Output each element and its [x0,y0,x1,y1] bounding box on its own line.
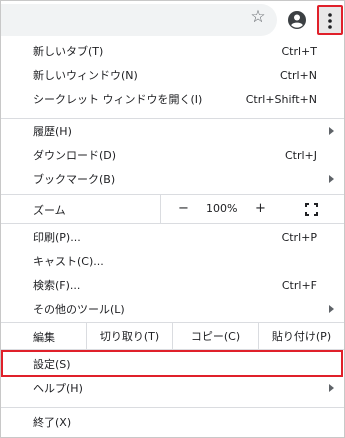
menu-item-more-tools[interactable]: その他のツール(L) [1,297,344,321]
menu-item-exit[interactable]: 終了(X) [1,410,344,434]
three-dot-menu-icon [328,13,332,29]
menu-item-help[interactable]: ヘルプ(H) [1,376,344,400]
menu-item-cast[interactable]: キャスト(C)... [1,249,344,273]
zoom-row: ズーム − 100% + [1,195,344,223]
menu-item-incognito[interactable]: シークレット ウィンドウを開く(I) Ctrl+Shift+N [1,87,344,111]
cut-button[interactable]: 切り取り(T) [86,323,172,349]
menu-item-label: 新しいタブ(T) [33,45,104,58]
three-dot-menu-button[interactable] [317,5,343,35]
menu-item-label: その他のツール(L) [33,303,125,316]
submenu-arrow-icon [329,127,334,135]
menu-item-shortcut: Ctrl+Shift+N [245,92,317,106]
account-avatar-icon[interactable] [287,10,307,30]
edit-row: 編集 切り取り(T) コピー(C) 貼り付け(P) [1,323,344,349]
zoom-out-button[interactable]: − [178,201,189,216]
menu-item-shortcut: Ctrl+F [281,278,317,292]
menu-item-shortcut: Ctrl+N [279,68,317,82]
submenu-arrow-icon [329,175,334,183]
browser-toolbar: ☆ [1,1,344,39]
menu-item-find[interactable]: 検索(F)... Ctrl+F [1,273,344,297]
menu-item-label: 新しいウィンドウ(N) [33,69,138,82]
copy-button[interactable]: コピー(C) [172,323,258,349]
menu-item-history[interactable]: 履歴(H) [1,119,344,143]
paste-button-label: 貼り付け(P) [271,330,332,343]
edit-label: 編集 [33,331,55,344]
menu-divider [1,223,344,224]
menu-item-label: ヘルプ(H) [33,382,83,395]
menu-item-label: 印刷(P)... [33,231,81,244]
menu-item-label: 検索(F)... [33,279,81,292]
menu-item-bookmarks[interactable]: ブックマーク(B) [1,167,344,191]
menu-item-label: シークレット ウィンドウを開く(I) [33,93,203,106]
zoom-level-value: 100% [206,202,238,215]
submenu-arrow-icon [329,384,334,392]
menu-item-label: ブックマーク(B) [33,173,116,186]
menu-item-label: キャスト(C)... [33,255,104,268]
submenu-arrow-icon [329,305,334,313]
menu-divider [1,407,344,408]
address-bar[interactable] [1,4,277,36]
menu-item-shortcut: Ctrl+T [281,44,317,58]
bookmark-star-icon[interactable]: ☆ [249,8,267,26]
zoom-controls: − 100% + [160,195,344,223]
paste-button[interactable]: 貼り付け(P) [258,323,344,349]
menu-item-label: 終了(X) [33,416,72,429]
menu-item-shortcut: Ctrl+J [284,148,317,162]
settings-highlight-box [1,350,343,377]
menu-item-new-tab[interactable]: 新しいタブ(T) Ctrl+T [1,39,344,63]
menu-item-label: ダウンロード(D) [33,149,117,162]
copy-button-label: コピー(C) [190,330,241,343]
fullscreen-icon[interactable] [305,203,318,216]
chrome-main-menu: 新しいタブ(T) Ctrl+T 新しいウィンドウ(N) Ctrl+N シークレッ… [1,39,344,437]
cut-button-label: 切り取り(T) [99,330,160,343]
menu-item-downloads[interactable]: ダウンロード(D) Ctrl+J [1,143,344,167]
menu-item-new-window[interactable]: 新しいウィンドウ(N) Ctrl+N [1,63,344,87]
zoom-label: ズーム [33,204,66,217]
menu-item-label: 履歴(H) [33,125,72,138]
zoom-in-button[interactable]: + [255,201,266,216]
menu-item-shortcut: Ctrl+P [281,230,317,244]
menu-item-print[interactable]: 印刷(P)... Ctrl+P [1,225,344,249]
